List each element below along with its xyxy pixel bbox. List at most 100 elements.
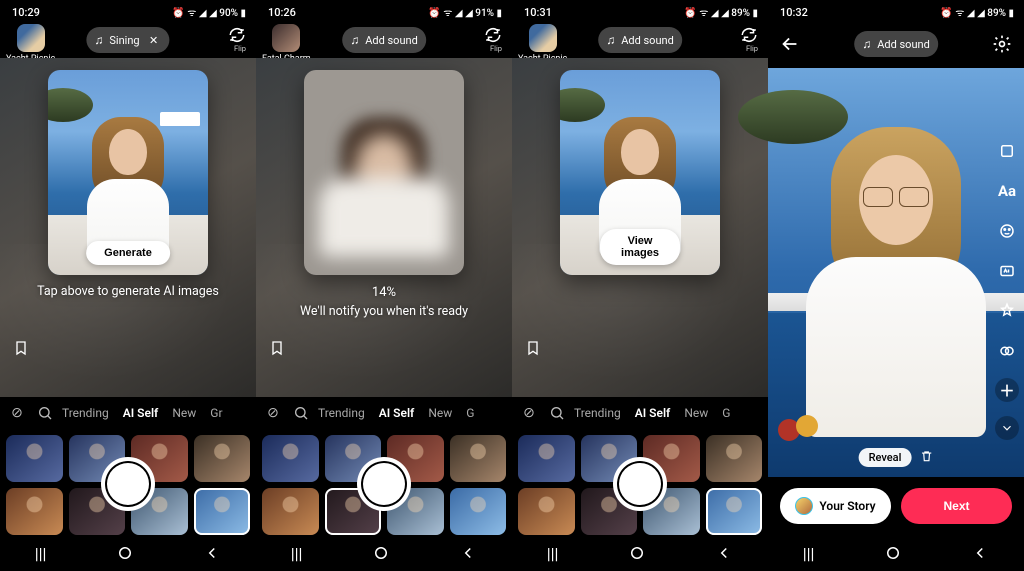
category-tabs: ⊘ Trending AI Self New G bbox=[512, 397, 768, 429]
progress-note: We'll notify you when it's ready bbox=[300, 304, 468, 319]
filters-icon[interactable] bbox=[994, 338, 1020, 364]
settings-icon[interactable] bbox=[990, 32, 1014, 56]
status-bar: 10:26 ⏰ ᯤ ◢ ◢ 91% ▮ bbox=[256, 0, 512, 22]
status-icons: ⏰ ᯤ ◢ ◢ 91% ▮ bbox=[428, 5, 502, 19]
caption: Tap above to generate AI images bbox=[0, 284, 256, 301]
sound-label: Sining bbox=[109, 34, 139, 47]
flip-camera-icon[interactable] bbox=[482, 24, 504, 46]
nav-back-icon[interactable] bbox=[715, 544, 733, 562]
flip-camera-icon[interactable] bbox=[738, 24, 760, 46]
nav-home-icon[interactable] bbox=[372, 544, 390, 562]
effect-thumb[interactable] bbox=[450, 435, 507, 482]
effect-thumb-selected[interactable] bbox=[194, 488, 251, 535]
effect-thumb[interactable] bbox=[450, 488, 507, 535]
tab-trending[interactable]: Trending bbox=[574, 406, 621, 420]
tab-ai-self[interactable]: AI Self bbox=[379, 406, 415, 420]
effect-thumb[interactable] bbox=[518, 435, 575, 482]
stickers-icon[interactable] bbox=[994, 218, 1020, 244]
app-bar: Yacht Picnic ♫ Add sound Flip bbox=[512, 22, 768, 58]
tab-ai-self[interactable]: AI Self bbox=[635, 406, 671, 420]
search-icon[interactable] bbox=[290, 402, 312, 424]
bookmark-icon[interactable] bbox=[10, 337, 32, 359]
effect-thumb[interactable] bbox=[194, 435, 251, 482]
no-effect-icon[interactable]: ⊘ bbox=[262, 402, 284, 424]
back-icon[interactable] bbox=[778, 32, 802, 56]
shutter-button[interactable] bbox=[101, 457, 155, 511]
your-story-button[interactable]: Your Story bbox=[780, 488, 891, 524]
nav-recents-icon[interactable]: ||| bbox=[547, 544, 559, 563]
tab-new[interactable]: New bbox=[428, 406, 452, 420]
status-bar: 10:31 ⏰ ᯤ ◢ ◢ 89% ▮ bbox=[512, 0, 768, 22]
bookmark-icon[interactable] bbox=[266, 337, 288, 359]
sound-pill[interactable]: ♫ Sining ✕ bbox=[86, 27, 169, 53]
bookmark-icon[interactable] bbox=[522, 337, 544, 359]
add-sound-button[interactable]: ♫ Add sound bbox=[342, 27, 426, 53]
effect-thumb-selected[interactable] bbox=[706, 488, 763, 535]
preview-card-processing bbox=[304, 70, 464, 275]
status-icons: ⏰ ᯤ ◢ ◢ 89% ▮ bbox=[940, 5, 1014, 19]
tab-new[interactable]: New bbox=[172, 406, 196, 420]
search-icon[interactable] bbox=[34, 402, 56, 424]
tab-more[interactable]: G bbox=[466, 406, 474, 420]
shutter-button[interactable] bbox=[357, 457, 411, 511]
delete-icon[interactable] bbox=[919, 449, 933, 466]
music-note-icon: ♫ bbox=[350, 33, 359, 47]
auto-caption-icon[interactable] bbox=[994, 258, 1020, 284]
nav-recents-icon[interactable]: ||| bbox=[803, 544, 815, 563]
progress-percent: 14% bbox=[270, 284, 498, 302]
story-avatar-icon bbox=[795, 497, 813, 515]
tab-ai-self[interactable]: AI Self bbox=[123, 406, 159, 420]
no-effect-icon[interactable]: ⊘ bbox=[518, 402, 540, 424]
sound-label: Add sound bbox=[365, 34, 418, 47]
sound-label: Add sound bbox=[621, 34, 674, 47]
tab-more[interactable]: G bbox=[722, 406, 730, 420]
chevron-down-icon[interactable] bbox=[995, 416, 1019, 440]
effect-thumb[interactable] bbox=[6, 488, 63, 535]
next-button[interactable]: Next bbox=[901, 488, 1012, 524]
nav-home-icon[interactable] bbox=[628, 544, 646, 562]
effect-thumb[interactable] bbox=[706, 435, 763, 482]
text-icon[interactable]: Aa bbox=[994, 178, 1020, 204]
app-bar: ♫ Add sound bbox=[768, 22, 1024, 66]
nav-back-icon[interactable] bbox=[459, 544, 477, 562]
flip-camera-icon[interactable] bbox=[226, 24, 248, 46]
nav-back-icon[interactable] bbox=[203, 544, 221, 562]
flip-label: Flip bbox=[746, 44, 758, 53]
preview-card[interactable]: Generate bbox=[48, 70, 208, 275]
effect-thumb[interactable] bbox=[262, 488, 319, 535]
nav-back-icon[interactable] bbox=[971, 544, 989, 562]
reveal-button[interactable]: Reveal bbox=[859, 448, 912, 467]
generate-button[interactable]: Generate bbox=[86, 241, 170, 265]
effect-thumb[interactable] bbox=[518, 488, 575, 535]
status-time: 10:32 bbox=[780, 6, 808, 19]
edit-tools-rail: Aa ＋ bbox=[994, 138, 1020, 440]
nav-recents-icon[interactable]: ||| bbox=[35, 544, 47, 563]
effect-thumb[interactable] bbox=[6, 435, 63, 482]
view-images-button[interactable]: View images bbox=[600, 229, 680, 265]
no-effect-icon[interactable]: ⊘ bbox=[6, 402, 28, 424]
nav-home-icon[interactable] bbox=[884, 544, 902, 562]
add-sound-button[interactable]: ♫ Add sound bbox=[854, 31, 938, 57]
effect-thumb bbox=[272, 24, 300, 52]
search-icon[interactable] bbox=[546, 402, 568, 424]
tab-trending[interactable]: Trending bbox=[318, 406, 365, 420]
tab-more[interactable]: Gr bbox=[210, 406, 222, 420]
nav-recents-icon[interactable]: ||| bbox=[291, 544, 303, 563]
close-icon[interactable]: ✕ bbox=[146, 32, 162, 48]
app-bar: Yacht Picnic ♫ Sining ✕ Flip bbox=[0, 22, 256, 58]
status-icons: ⏰ ᯤ ◢ ◢ 90% ▮ bbox=[172, 5, 246, 19]
shutter-button[interactable] bbox=[613, 457, 667, 511]
effect-thumb[interactable] bbox=[262, 435, 319, 482]
add-icon[interactable]: ＋ bbox=[995, 378, 1019, 402]
editor-preview[interactable]: Aa ＋ Reveal bbox=[768, 68, 1024, 477]
music-note-icon: ♫ bbox=[94, 33, 103, 47]
add-sound-button[interactable]: ♫ Add sound bbox=[598, 27, 682, 53]
crop-icon[interactable] bbox=[994, 138, 1020, 164]
effects-icon[interactable] bbox=[994, 298, 1020, 324]
screen-generate: 10:29 ⏰ ᯤ ◢ ◢ 90% ▮ Yacht Picnic ♫ Sinin… bbox=[0, 0, 256, 571]
preview-card[interactable]: View images bbox=[560, 70, 720, 275]
tab-new[interactable]: New bbox=[684, 406, 708, 420]
screen-editor: 10:32 ⏰ ᯤ ◢ ◢ 89% ▮ ♫ Add sound Aa bbox=[768, 0, 1024, 571]
tab-trending[interactable]: Trending bbox=[62, 406, 109, 420]
nav-home-icon[interactable] bbox=[116, 544, 134, 562]
